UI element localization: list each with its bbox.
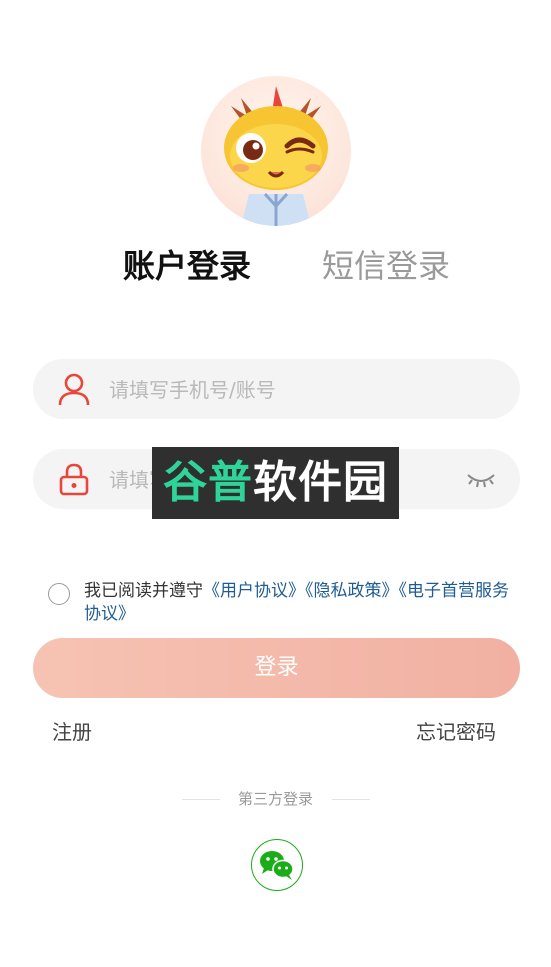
third-party-label: 第三方登录 [237,790,313,808]
forgot-password-link[interactable]: 忘记密码 [416,718,496,746]
divider-left [182,799,220,800]
register-link[interactable]: 注册 [52,718,92,746]
wechat-icon [260,851,294,880]
user-icon [58,373,90,406]
user-agreement-link[interactable]: 《用户协议》 [203,581,305,601]
watermark-accent: 谷普 [163,457,253,508]
username-field[interactable] [33,359,520,421]
eye-closed-icon[interactable] [466,467,496,491]
wechat-login-button[interactable] [251,839,303,891]
login-button[interactable]: 登录 [33,638,520,698]
dragon-mascot-image [224,86,328,226]
watermark-rest: 软件园 [253,457,388,508]
username-input[interactable] [107,359,451,421]
mascot-avatar [201,76,351,226]
agreement-text: 我已阅读并遵守《用户协议》《隐私政策》《电子首营服务协议》 [84,580,514,626]
agreement-prefix: 我已阅读并遵守 [84,581,203,601]
tab-account-login[interactable]: 账户登录 [123,244,251,288]
third-party-login: 第三方登录 [0,788,551,810]
agree-radio[interactable] [48,583,70,605]
privacy-policy-link[interactable]: 《隐私政策》 [305,581,399,601]
lock-icon [59,463,89,496]
watermark-logo: 谷普软件园 [152,447,399,519]
tab-sms-login[interactable]: 短信登录 [322,244,450,288]
divider-right [332,799,370,800]
